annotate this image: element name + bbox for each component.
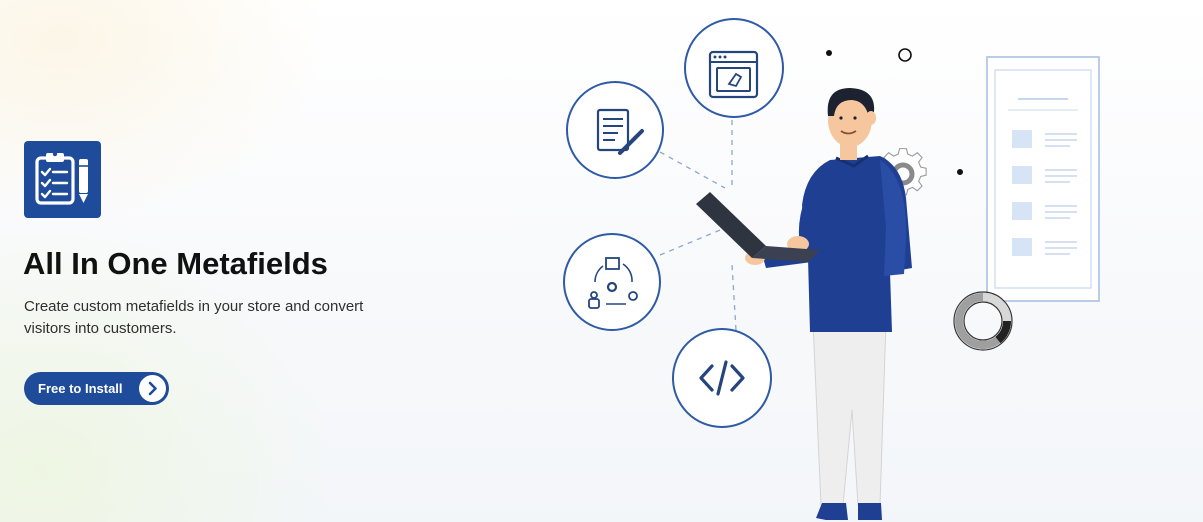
install-button-label: Free to Install [38,381,123,396]
chevron-right-icon [139,375,166,402]
person-with-laptop [696,88,912,520]
hero-banner: All In One Metafields Create custom meta… [0,0,1203,522]
workflow-cycle-icon [563,233,661,331]
decor-dot [826,50,832,56]
form-document-panel [986,56,1100,302]
browser-tag-icon [684,18,784,118]
hero-description: Create custom metafields in your store a… [24,298,364,337]
code-brackets-icon [672,328,772,428]
decor-dot [957,169,963,175]
decor-ring [898,48,912,62]
free-to-install-button[interactable]: Free to Install [24,372,169,405]
document-edit-icon [566,81,664,179]
hero-title: All In One Metafields [23,246,328,281]
clipboard-checklist-pencil-icon [35,151,88,205]
donut-chart-icon [953,291,1013,351]
hero-illustration [540,0,1203,522]
app-logo [24,141,101,218]
